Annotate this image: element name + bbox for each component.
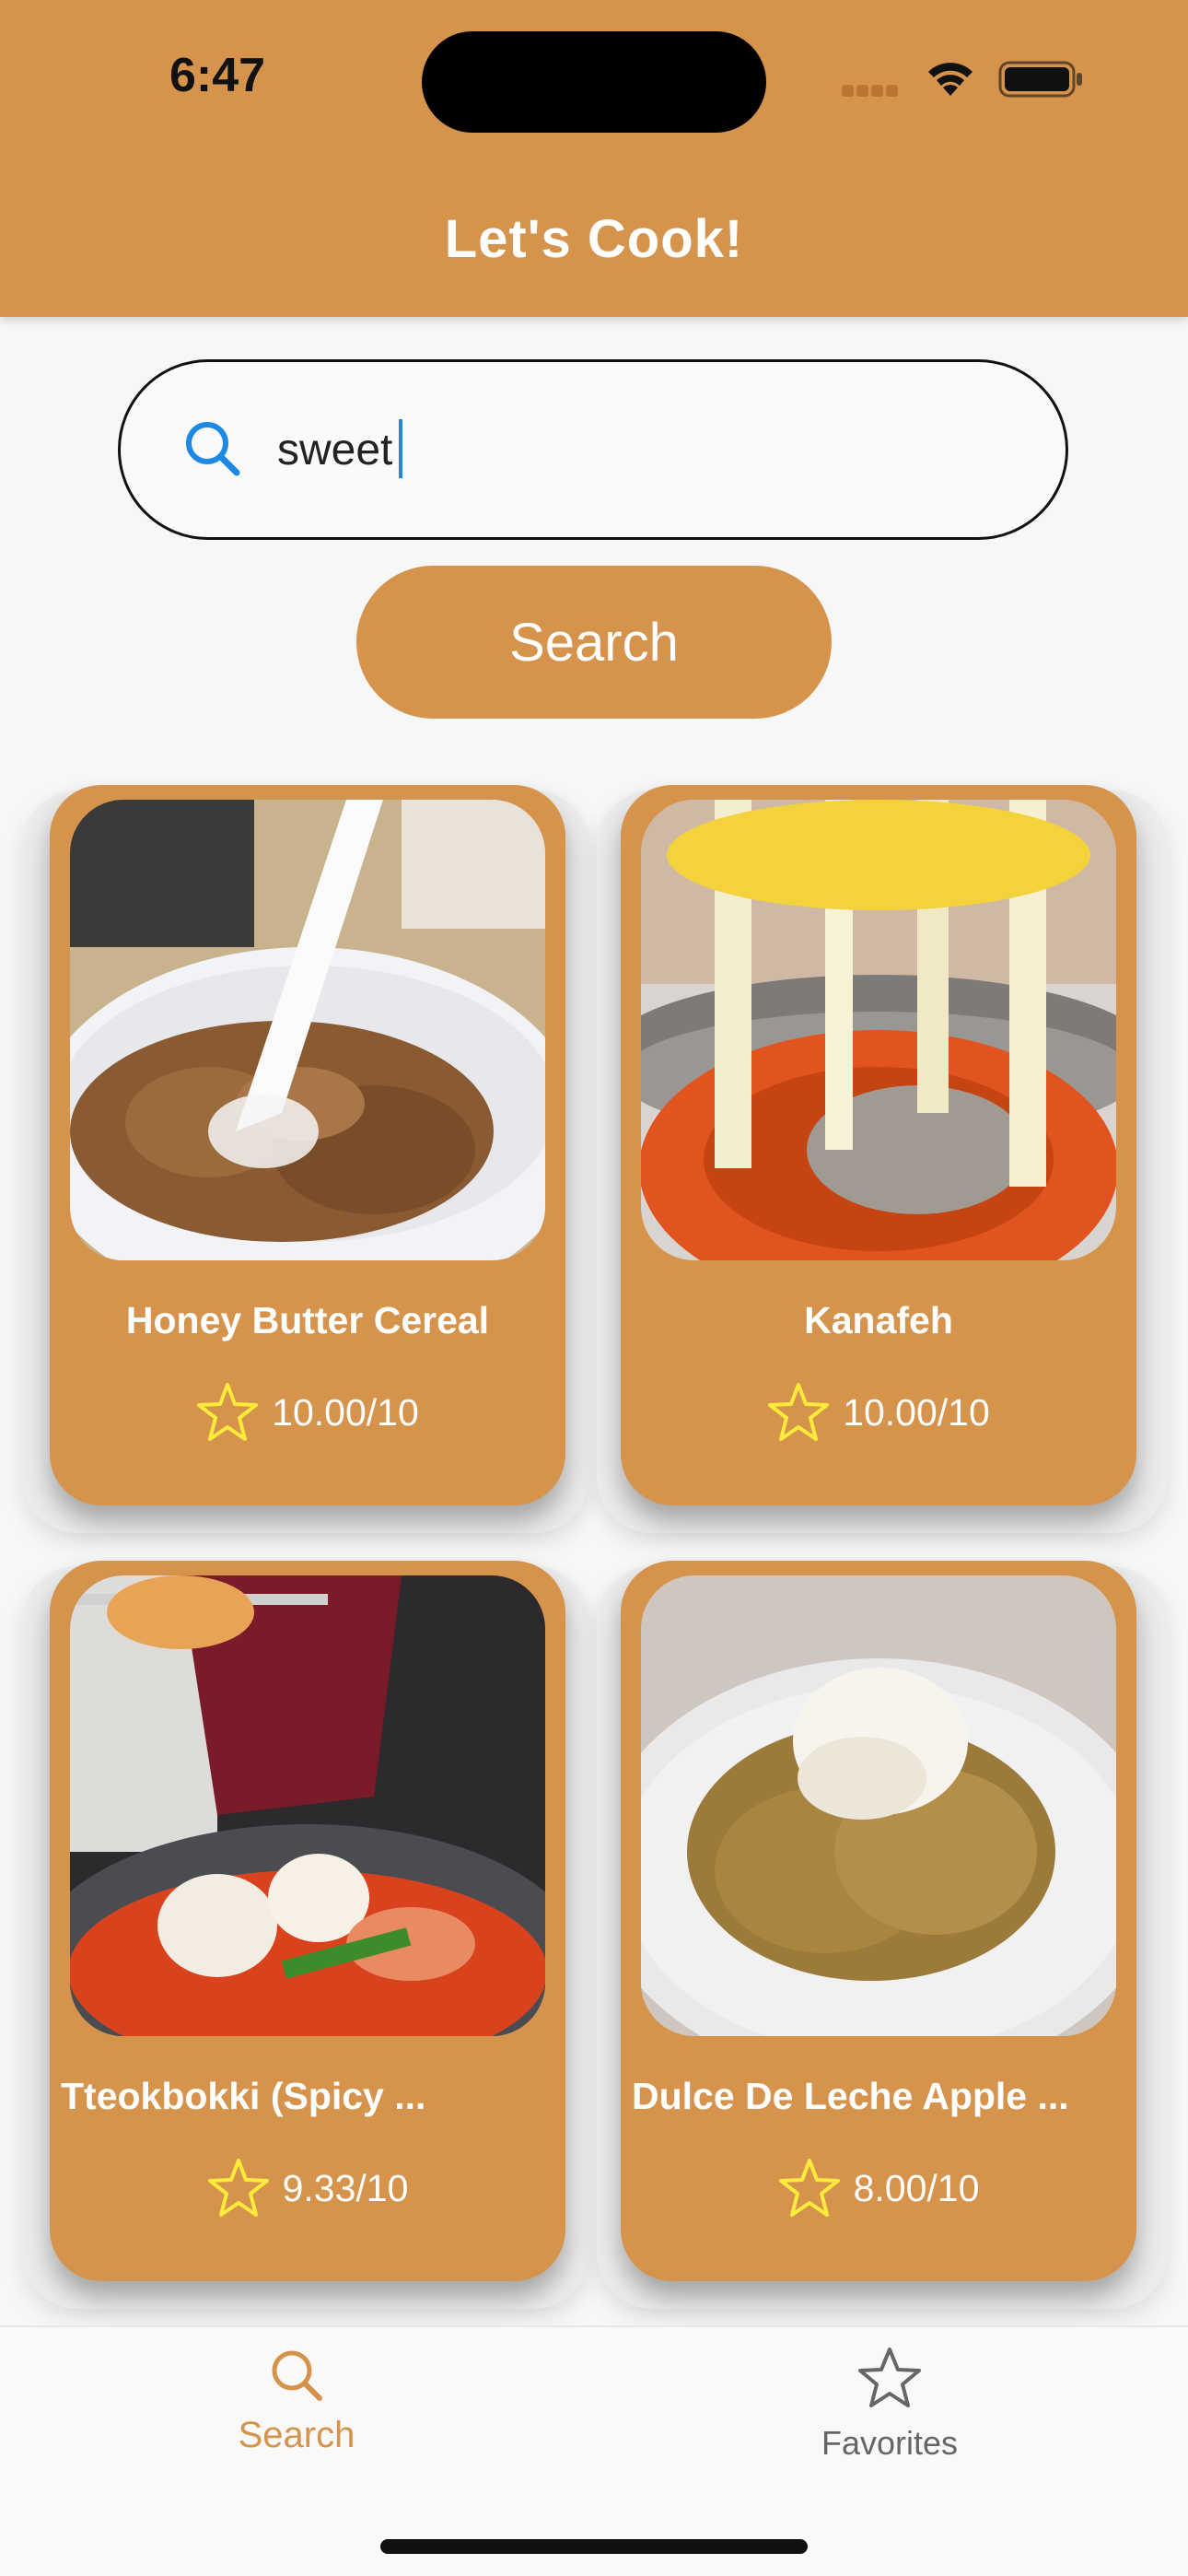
recipe-rating: 10.00/10 [50,1382,565,1443]
wifi-icon [928,63,973,96]
recipe-name: Kanafeh [804,1299,953,1341]
recipe-card[interactable]: Dulce De Leche Apple ... 8.00/10 [621,1561,1136,2281]
recipe-image [641,1575,1116,2036]
recipe-rating: 8.00/10 [621,2158,1136,2219]
rating-value: 8.00/10 [853,2166,980,2209]
star-icon [207,2159,269,2217]
search-field[interactable] [118,359,1068,540]
star-outline-icon [858,2348,921,2407]
cellular-signal-icon [842,85,901,101]
star-icon [197,1383,259,1441]
star-icon [778,2159,840,2217]
rating-value: 10.00/10 [843,1390,990,1434]
search-icon [186,422,240,476]
recipe-image [70,800,545,1260]
dynamic-island [422,31,766,133]
battery-icon [998,61,1082,98]
tab-search-label: Search [238,2415,355,2455]
search-button[interactable]: Search [356,566,832,719]
recipe-rating: 10.00/10 [621,1382,1136,1443]
star-icon [768,1383,830,1441]
text-cursor [399,419,402,478]
status-icons [838,55,1087,101]
tab-favorites[interactable]: Favorites [751,2346,1028,2502]
recipe-image [70,1575,545,2036]
tab-favorites-label: Favorites [821,2424,959,2462]
status-time: 6:47 [169,49,266,102]
rating-value: 9.33/10 [282,2166,409,2209]
home-indicator[interactable] [380,2539,808,2554]
recipe-name: Honey Butter Cereal [125,1299,490,1341]
recipe-card[interactable]: Kanafeh 10.00/10 [621,785,1136,1505]
recipe-card[interactable]: Honey Butter Cereal 10.00/10 [50,785,565,1505]
app-screen: 6:47 Let's Cook! Search [0,0,1188,2576]
rating-value: 10.00/10 [272,1390,419,1434]
recipe-image [641,800,1116,1260]
page-title: Let's Cook! [444,209,744,269]
search-input[interactable] [277,408,1014,491]
recipe-name: Dulce De Leche Apple ... [632,2075,1069,2117]
tab-search[interactable]: Search [158,2346,435,2502]
recipe-card[interactable]: Tteokbokki (Spicy ... 9.33/10 [50,1561,565,2281]
search-icon [272,2350,322,2401]
recipe-name: Tteokbokki (Spicy ... [61,2075,426,2117]
recipe-rating: 9.33/10 [50,2158,565,2219]
app-header: 6:47 Let's Cook! [0,0,1188,317]
